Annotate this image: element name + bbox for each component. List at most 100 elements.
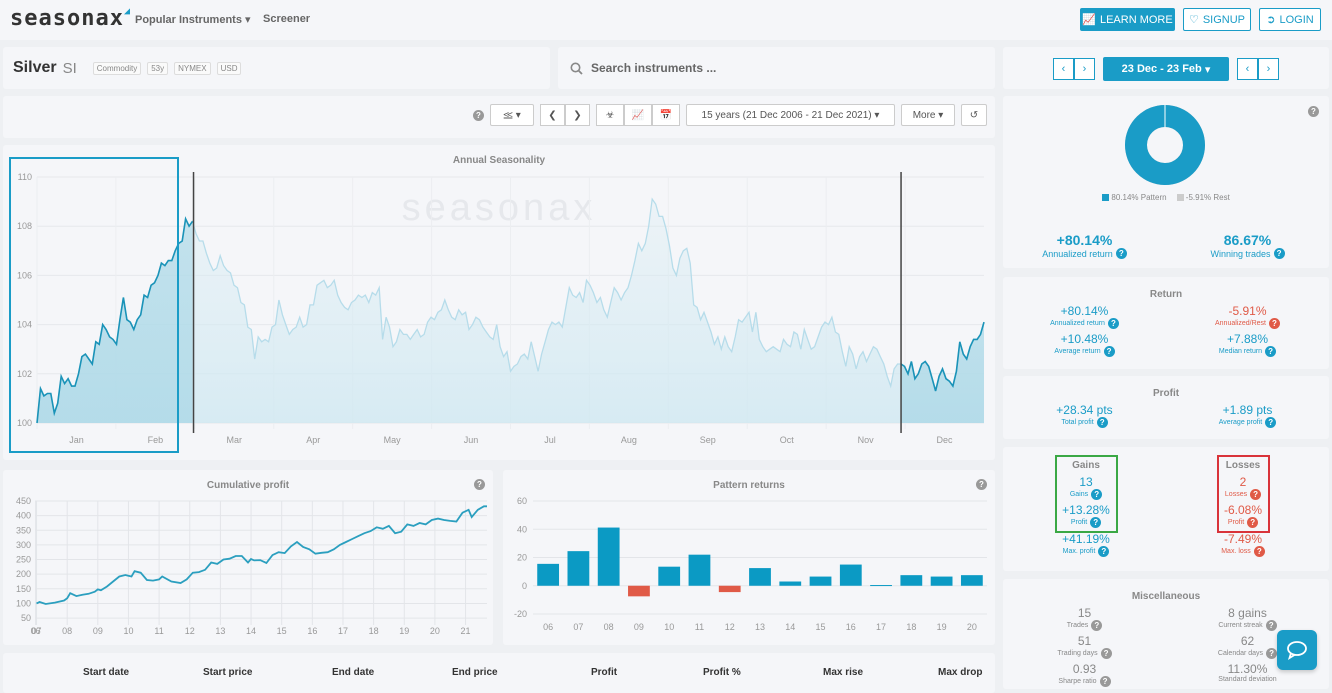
seasonality-chart[interactable]: seasonax 100 102 104 106 108 110 Jan Feb Mar Apr Ma… [3, 145, 995, 460]
x-tick-label: Nov [858, 435, 875, 445]
x-tick-label: Apr [306, 435, 320, 445]
help-icon[interactable]: ? [1107, 318, 1119, 329]
signup-button[interactable]: ♡ SIGNUP [1183, 8, 1251, 31]
y-tick-label: 350 [16, 525, 31, 535]
learn-more-button[interactable]: 📈 LEARN MORE [1080, 8, 1175, 31]
cumulative-profit-panel: Cumulative profit ? 50 100 150 200 250 300 350… [3, 470, 493, 645]
search-input[interactable]: Search instruments ... [558, 47, 995, 89]
bar-13[interactable] [749, 568, 771, 586]
help-icon[interactable]: ? [1266, 648, 1278, 659]
bar-10[interactable] [658, 566, 681, 586]
col-max-rise[interactable]: Max rise [823, 667, 863, 678]
period-dropdown[interactable]: 15 years (21 Dec 2006 - 21 Dec 2021) ▾ [686, 104, 895, 126]
help-icon[interactable]: ? [1091, 489, 1103, 500]
calendar-icon: 📅 [659, 109, 673, 121]
help-icon[interactable]: ? [1265, 620, 1277, 631]
help-icon[interactable]: ? [1308, 106, 1319, 117]
col-end-date[interactable]: End date [332, 667, 374, 678]
help-icon[interactable]: ? [1103, 346, 1115, 357]
more-dropdown[interactable]: More ▾ [901, 104, 955, 126]
bar-08[interactable] [597, 527, 620, 586]
y-tick-label: 108 [17, 221, 32, 231]
col-start-price[interactable]: Start price [203, 667, 252, 678]
bar-18[interactable] [900, 575, 923, 586]
help-icon[interactable]: ? [1265, 417, 1277, 428]
col-profit-pct[interactable]: Profit % [703, 667, 741, 678]
gains-column: Gains 13 Gains? +13.28% Profit? +41.19% … [1036, 460, 1136, 557]
bar-06[interactable] [537, 563, 560, 586]
prev-year-button[interactable]: ❮ [540, 104, 565, 126]
date-range-dropdown[interactable]: 23 Dec - 23 Feb ▾ [1103, 57, 1229, 81]
shift-forward-button[interactable]: › [1258, 58, 1279, 80]
y-tick-label: 40 [517, 524, 527, 534]
help-icon[interactable]: ? [1273, 248, 1285, 259]
help-icon[interactable]: ? [1268, 318, 1280, 329]
x-tick-label: Mar [227, 435, 243, 445]
share-button[interactable]: ⪣ ▾ [490, 104, 534, 126]
y-tick-label: 50 [21, 613, 31, 623]
bar-15[interactable] [809, 576, 832, 586]
col-end-price[interactable]: End price [452, 667, 498, 678]
caret-down-icon: ▾ [515, 109, 521, 121]
bug-button[interactable]: ☣ [596, 104, 624, 126]
trading-days-stat: 51 [1077, 634, 1092, 648]
x-tick-label: May [384, 435, 402, 445]
bar-12[interactable] [718, 585, 741, 593]
col-profit[interactable]: Profit [591, 667, 617, 678]
bar-14[interactable] [779, 581, 802, 586]
help-icon[interactable]: ? [1096, 417, 1108, 428]
bar-20[interactable] [960, 575, 983, 586]
help-icon[interactable]: ? [1247, 517, 1259, 528]
nav-popular-instruments[interactable]: Popular Instruments ▾ [135, 13, 251, 26]
tag-history: 53y [147, 61, 169, 75]
top-navbar: seasonax◢ Popular Instruments ▾ Screener… [0, 0, 1332, 40]
x-tick-label: 13 [755, 622, 765, 632]
col-max-drop[interactable]: Max drop [938, 667, 982, 678]
y-tick-label: 300 [16, 540, 31, 550]
x-tick-label: 13 [215, 626, 225, 636]
bar-19[interactable] [930, 576, 953, 586]
help-icon[interactable]: ? [1265, 346, 1277, 357]
max-loss: -7.49% [1223, 532, 1263, 546]
help-icon[interactable]: ? [1250, 489, 1262, 500]
chat-button[interactable] [1277, 630, 1317, 670]
annualized-rest-stat: -5.91% [1228, 304, 1267, 318]
x-tick-label: 07 [573, 622, 583, 632]
next-year-button[interactable]: ❯ [565, 104, 590, 126]
nav-screener[interactable]: Screener [263, 13, 310, 25]
next-range-button[interactable]: › [1074, 58, 1095, 80]
caret-down-icon: ▾ [874, 109, 880, 121]
chevron-right-icon: ❯ [573, 109, 582, 121]
login-button[interactable]: ➲ LOGIN [1259, 8, 1321, 31]
shift-back-button[interactable]: ‹ [1237, 58, 1258, 80]
bar-17[interactable] [870, 585, 892, 587]
bar-07[interactable] [567, 551, 590, 586]
undo-icon: ↺ [969, 109, 979, 121]
prev-range-button[interactable]: ‹ [1053, 58, 1074, 80]
pattern-returns-chart[interactable]: -20 0 20 40 60 06 07 08 09 10 11 12 13 14 15 16 17 18 19 20 [503, 470, 995, 645]
x-tick-label: Oct [780, 435, 795, 445]
x-tick-label: 15 [277, 626, 287, 636]
help-icon[interactable]: ? [1091, 620, 1103, 631]
y-tick-label: 102 [17, 369, 32, 379]
help-icon[interactable]: ? [1115, 248, 1127, 259]
help-icon[interactable]: ? [1100, 648, 1112, 659]
help-icon[interactable]: ? [1098, 546, 1110, 557]
x-tick-label: 15 [816, 622, 826, 632]
calendar-button[interactable]: 📅 [652, 104, 680, 126]
help-icon[interactable]: ? [1253, 546, 1265, 557]
help-icon[interactable]: ? [1090, 517, 1102, 528]
col-start-date[interactable]: Start date [83, 667, 129, 678]
help-icon[interactable]: ? [1099, 676, 1111, 687]
seasonality-chart-panel: Annual Seasonality seasonax 100 102 104 106 1… [3, 145, 995, 460]
cumulative-profit-chart[interactable]: 501001502002503003504004500607 08 09 10 11 12… [3, 470, 493, 645]
gains-count: 13 [1079, 475, 1093, 489]
reset-button[interactable]: ↺ [961, 104, 987, 126]
bar-16[interactable] [839, 564, 862, 586]
bar-09[interactable] [628, 585, 650, 597]
seasonax-logo[interactable]: seasonax◢ [10, 6, 131, 31]
help-icon[interactable]: ? [473, 109, 484, 121]
bar-11[interactable] [688, 554, 711, 586]
x-tick-label: 19 [937, 622, 947, 632]
line-chart-button[interactable]: 📈 [624, 104, 652, 126]
